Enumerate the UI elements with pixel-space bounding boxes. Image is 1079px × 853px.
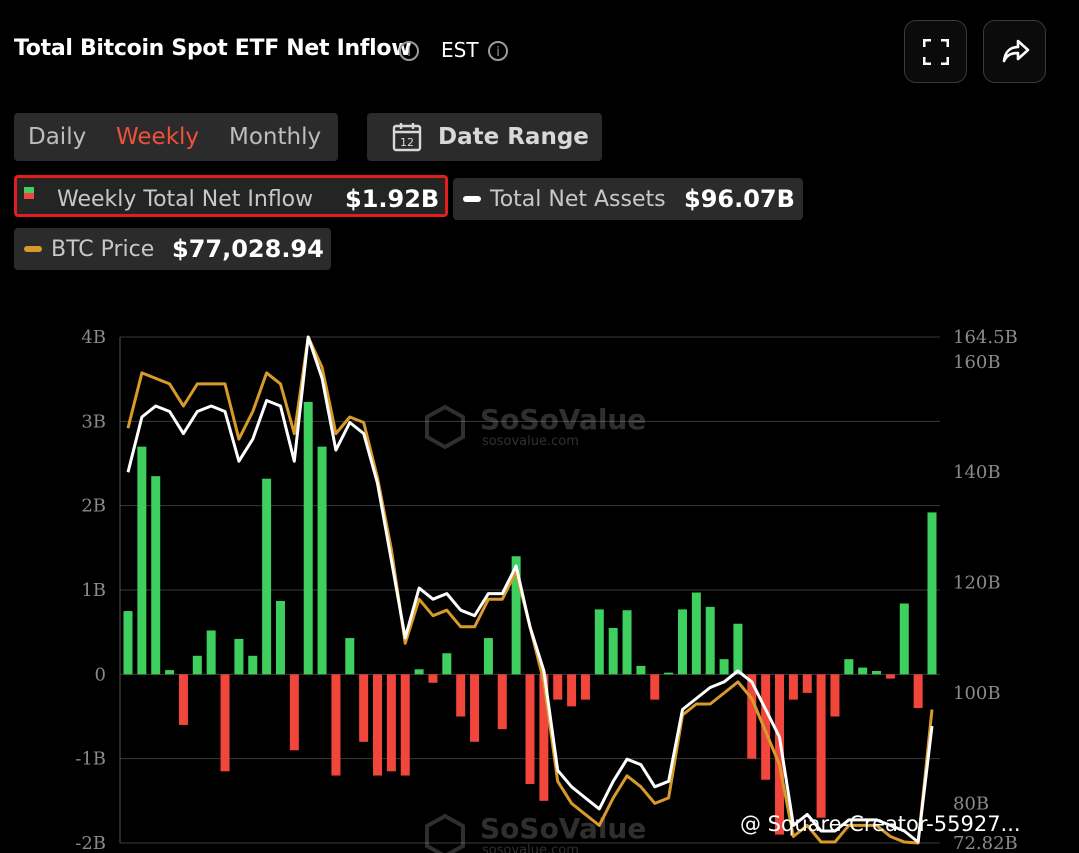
inflow-bar xyxy=(400,674,410,776)
inflow-bar xyxy=(567,674,577,707)
inflow-bar xyxy=(858,667,868,675)
inflow-bar xyxy=(414,669,424,675)
left-tick-label: -2B xyxy=(75,833,106,853)
inflow-bar xyxy=(234,638,244,675)
inflow-bar xyxy=(636,665,646,675)
left-tick-label: 3B xyxy=(81,411,106,432)
inflow-bar xyxy=(885,674,895,679)
left-tick-label: 2B xyxy=(81,496,106,517)
inflow-bar xyxy=(844,659,854,675)
inflow-bar xyxy=(317,446,327,675)
inflow-bar xyxy=(664,672,674,675)
inflow-bar xyxy=(594,609,604,675)
right-tick-label: 140B xyxy=(953,462,1001,483)
inflow-bar xyxy=(248,655,258,675)
inflow-bar xyxy=(650,674,660,700)
inflow-bar xyxy=(345,638,355,675)
inflow-bar xyxy=(677,609,687,675)
watermark-subtext: sosovalue.com xyxy=(482,843,579,853)
inflow-bar xyxy=(303,401,313,675)
sosovalue-watermark: SoSoValuesosovalue.com xyxy=(425,812,646,853)
inflow-chart: SoSoValuesosovalue.comSoSoValuesosovalue… xyxy=(75,327,1018,853)
left-tick-label: 0 xyxy=(95,664,106,685)
inflow-bar xyxy=(483,638,493,675)
inflow-bar xyxy=(608,627,618,675)
inflow-bar xyxy=(816,674,826,818)
inflow-bar xyxy=(442,653,452,675)
right-tick-label: 120B xyxy=(953,573,1001,594)
sosovalue-watermark: SoSoValuesosovalue.com xyxy=(425,403,646,450)
inflow-bar xyxy=(275,600,285,675)
right-tick-label: 164.5B xyxy=(953,327,1018,348)
inflow-bar xyxy=(899,603,909,675)
inflow-bar xyxy=(705,606,715,675)
inflow-bar xyxy=(733,623,743,675)
inflow-bar xyxy=(165,670,175,675)
inflow-bar xyxy=(373,674,383,776)
inflow-bar xyxy=(359,674,369,742)
inflow-bar xyxy=(872,670,882,675)
inflow-bar xyxy=(927,512,937,675)
footer-watermark: @ Square-Creator-55927... xyxy=(740,812,1021,836)
inflow-bar xyxy=(386,674,396,772)
inflow-bar xyxy=(913,674,923,709)
inflow-bar xyxy=(220,674,230,772)
inflow-bar xyxy=(719,659,729,675)
right-tick-label: 100B xyxy=(953,683,1001,704)
inflow-bar xyxy=(553,674,563,700)
sosovalue-logo-icon xyxy=(425,404,465,450)
inflow-bar xyxy=(206,630,216,675)
left-tick-label: -1B xyxy=(75,749,106,770)
inflow-bar xyxy=(331,674,341,776)
inflow-bar xyxy=(192,655,202,675)
watermark-subtext: sosovalue.com xyxy=(482,434,579,449)
watermark-text: SoSoValue xyxy=(480,403,646,436)
inflow-bar xyxy=(289,674,299,751)
watermark-text: SoSoValue xyxy=(480,812,646,845)
inflow-bar xyxy=(788,674,798,700)
right-tick-label: 160B xyxy=(953,352,1001,373)
left-tick-label: 1B xyxy=(81,580,106,601)
inflow-bar xyxy=(151,476,161,675)
inflow-bar xyxy=(830,674,840,717)
inflow-bar xyxy=(622,610,632,675)
inflow-bar xyxy=(123,611,133,675)
inflow-bar xyxy=(580,674,590,700)
left-tick-label: 4B xyxy=(81,327,106,348)
inflow-bar xyxy=(137,446,147,675)
inflow-bar xyxy=(178,674,188,725)
inflow-bar xyxy=(470,674,480,742)
inflow-bar xyxy=(428,674,438,683)
inflow-bar xyxy=(691,592,701,675)
inflow-bar xyxy=(497,674,507,730)
inflow-bar xyxy=(802,674,812,693)
inflow-bar xyxy=(525,674,535,784)
inflow-bar xyxy=(456,674,466,717)
right-tick-label: 72.82B xyxy=(953,833,1018,853)
inflow-bar xyxy=(262,478,272,675)
sosovalue-logo-icon xyxy=(425,813,465,853)
